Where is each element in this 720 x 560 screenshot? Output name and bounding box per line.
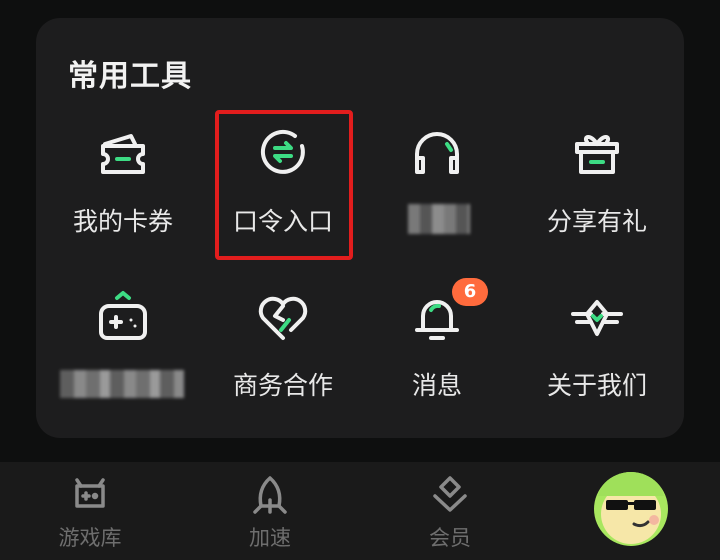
vip-diamond-icon xyxy=(429,474,471,516)
gift-box-icon xyxy=(569,126,625,182)
tab-boost[interactable]: 加速 xyxy=(210,462,330,560)
game-library-icon xyxy=(69,474,111,516)
tool-about-us[interactable]: 关于我们 xyxy=(522,286,672,436)
tool-label: 商务合作 xyxy=(232,371,333,400)
tool-share-rewards[interactable]: 分享有礼 xyxy=(522,120,672,270)
section-title: 常用工具 xyxy=(68,59,192,94)
tool-label: 关于我们 xyxy=(546,371,647,400)
tab-game-library[interactable]: 游戏库 xyxy=(30,462,150,560)
screen: 常用工具 我的卡券 口令入口 分享有礼 商务合作 消息 关于我们 6 游戏库 加… xyxy=(0,0,720,560)
tool-game[interactable] xyxy=(48,286,198,436)
tool-label: 我的卡券 xyxy=(72,207,173,236)
wings-logo-icon xyxy=(569,290,625,346)
unread-badge: 6 xyxy=(452,278,488,306)
tool-label: 分享有礼 xyxy=(546,207,647,236)
tab-label: 游戏库 xyxy=(58,526,122,550)
obscured-label xyxy=(60,370,184,398)
tab-membership[interactable]: 会员 xyxy=(390,462,510,560)
headset-support-icon xyxy=(409,126,465,182)
tool-business-cooperation[interactable]: 商务合作 xyxy=(208,286,358,436)
tab-label: 会员 xyxy=(429,526,471,550)
tab-label: 加速 xyxy=(249,526,291,550)
obscured-label xyxy=(408,204,470,234)
heart-handshake-icon xyxy=(255,290,311,346)
avatar[interactable] xyxy=(594,472,668,546)
coupon-ticket-icon xyxy=(95,126,151,182)
tool-my-coupons[interactable]: 我的卡券 xyxy=(48,120,198,270)
tool-label: 消息 xyxy=(411,371,462,400)
rocket-boost-icon xyxy=(249,474,291,516)
tool-messages[interactable]: 消息 xyxy=(362,286,512,436)
tool-customer-service[interactable] xyxy=(362,120,512,270)
gamepad-icon xyxy=(95,290,151,346)
selection-highlight xyxy=(215,110,353,260)
